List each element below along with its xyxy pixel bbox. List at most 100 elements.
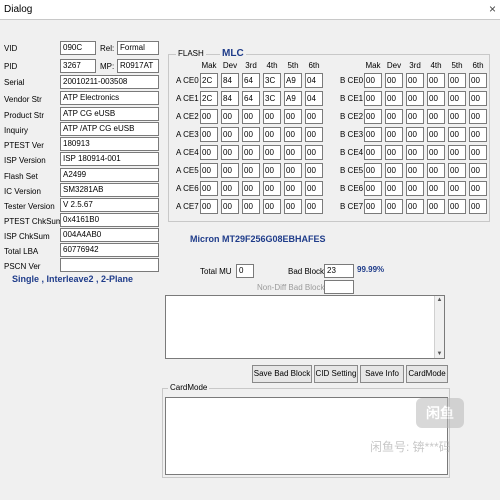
flash-a-cell[interactable]: 00 <box>242 181 260 196</box>
pid-field[interactable]: 3267 <box>60 59 96 73</box>
flash-a-cell[interactable]: 00 <box>242 127 260 142</box>
flash-b-cell[interactable]: 00 <box>469 109 487 124</box>
flash-b-cell[interactable]: 00 <box>469 91 487 106</box>
inquiry-field[interactable]: ATP /ATP CG eUSB <box>60 122 159 136</box>
flash-b-cell[interactable]: 00 <box>448 199 466 214</box>
flash-b-cell[interactable]: 00 <box>448 109 466 124</box>
ic-field[interactable]: SM3281AB <box>60 183 159 197</box>
nondiff-field[interactable] <box>324 280 354 294</box>
scroll-up-icon[interactable]: ▲ <box>435 297 444 303</box>
save-bad-block-button[interactable]: Save Bad Block <box>252 365 312 383</box>
flash-a-cell[interactable]: 00 <box>284 127 302 142</box>
flash-a-cell[interactable]: 64 <box>242 73 260 88</box>
flash-b-cell[interactable]: 00 <box>469 199 487 214</box>
flash-a-cell[interactable]: 00 <box>263 145 281 160</box>
flash-b-cell[interactable]: 00 <box>469 127 487 142</box>
flashset-field[interactable]: A2499 <box>60 168 159 182</box>
flash-a-cell[interactable]: 00 <box>221 145 239 160</box>
flash-a-cell[interactable]: 00 <box>305 199 323 214</box>
scroll-down-icon[interactable]: ▼ <box>435 351 444 357</box>
ptestchk-field[interactable]: 0x4161B0 <box>60 213 159 227</box>
flash-a-cell[interactable]: A9 <box>284 91 302 106</box>
flash-b-cell[interactable]: 00 <box>406 181 424 196</box>
flash-b-cell[interactable]: 00 <box>364 181 382 196</box>
flash-b-cell[interactable]: 00 <box>364 163 382 178</box>
flash-b-cell[interactable]: 00 <box>427 109 445 124</box>
flash-a-cell[interactable]: 00 <box>284 199 302 214</box>
flash-a-cell[interactable]: 00 <box>284 181 302 196</box>
flash-b-cell[interactable]: 00 <box>406 109 424 124</box>
flash-a-cell[interactable]: 00 <box>200 109 218 124</box>
flash-b-cell[interactable]: 00 <box>427 127 445 142</box>
flash-a-cell[interactable]: 00 <box>221 163 239 178</box>
flash-a-cell[interactable]: 64 <box>242 91 260 106</box>
cardmode-textarea[interactable] <box>165 397 448 475</box>
flash-b-cell[interactable]: 00 <box>385 73 403 88</box>
flash-b-cell[interactable]: 00 <box>364 145 382 160</box>
flash-b-cell[interactable]: 00 <box>469 163 487 178</box>
cid-setting-button[interactable]: CID Setting <box>314 365 358 383</box>
flash-b-cell[interactable]: 00 <box>385 127 403 142</box>
flash-b-cell[interactable]: 00 <box>427 145 445 160</box>
flash-a-cell[interactable]: 00 <box>242 163 260 178</box>
flash-b-cell[interactable]: 00 <box>448 73 466 88</box>
flash-a-cell[interactable]: 2C <box>200 91 218 106</box>
flash-b-cell[interactable]: 00 <box>385 181 403 196</box>
bad-block-field[interactable]: 23 <box>324 264 354 278</box>
tester-field[interactable]: V 2.5.67 <box>60 198 159 212</box>
flash-a-cell[interactable]: A9 <box>284 73 302 88</box>
flash-a-cell[interactable]: 00 <box>242 145 260 160</box>
cardmode-button[interactable]: CardMode <box>406 365 448 383</box>
flash-b-cell[interactable]: 00 <box>406 145 424 160</box>
flash-a-cell[interactable]: 00 <box>221 127 239 142</box>
flash-a-cell[interactable]: 00 <box>242 199 260 214</box>
flash-b-cell[interactable]: 00 <box>469 73 487 88</box>
flash-b-cell[interactable]: 00 <box>364 73 382 88</box>
flash-a-cell[interactable]: 04 <box>305 91 323 106</box>
flash-a-cell[interactable]: 00 <box>221 199 239 214</box>
flash-a-cell[interactable]: 00 <box>221 109 239 124</box>
total-mu-field[interactable]: 0 <box>236 264 254 278</box>
flash-b-cell[interactable]: 00 <box>448 91 466 106</box>
flash-a-cell[interactable]: 00 <box>305 109 323 124</box>
flash-b-cell[interactable]: 00 <box>406 127 424 142</box>
flash-a-cell[interactable]: 00 <box>284 145 302 160</box>
flash-b-cell[interactable]: 00 <box>406 91 424 106</box>
flash-a-cell[interactable]: 00 <box>200 145 218 160</box>
flash-a-cell[interactable]: 84 <box>221 73 239 88</box>
flash-b-cell[interactable]: 00 <box>406 199 424 214</box>
flash-b-cell[interactable]: 00 <box>406 73 424 88</box>
flash-b-cell[interactable]: 00 <box>364 127 382 142</box>
product-field[interactable]: ATP CG eUSB <box>60 107 159 121</box>
flash-b-cell[interactable]: 00 <box>427 163 445 178</box>
message-textarea[interactable]: ▲ ▼ <box>165 295 445 359</box>
serial-field[interactable]: 20010211-003508 <box>60 75 159 89</box>
rel-field[interactable]: Formal <box>117 41 159 55</box>
flash-a-cell[interactable]: 84 <box>221 91 239 106</box>
flash-a-cell[interactable]: 00 <box>200 163 218 178</box>
flash-a-cell[interactable]: 00 <box>263 163 281 178</box>
flash-b-cell[interactable]: 00 <box>427 73 445 88</box>
flash-a-cell[interactable]: 3C <box>263 73 281 88</box>
flash-a-cell[interactable]: 00 <box>200 127 218 142</box>
flash-b-cell[interactable]: 00 <box>364 109 382 124</box>
flash-b-cell[interactable]: 00 <box>448 145 466 160</box>
flash-a-cell[interactable]: 00 <box>263 181 281 196</box>
flash-a-cell[interactable]: 00 <box>284 163 302 178</box>
flash-b-cell[interactable]: 00 <box>469 181 487 196</box>
flash-b-cell[interactable]: 00 <box>385 163 403 178</box>
flash-b-cell[interactable]: 00 <box>448 181 466 196</box>
flash-a-cell[interactable]: 00 <box>305 127 323 142</box>
flash-b-cell[interactable]: 00 <box>385 109 403 124</box>
flash-b-cell[interactable]: 00 <box>448 127 466 142</box>
flash-a-cell[interactable]: 00 <box>263 127 281 142</box>
flash-a-cell[interactable]: 2C <box>200 73 218 88</box>
flash-b-cell[interactable]: 00 <box>427 199 445 214</box>
flash-a-cell[interactable]: 3C <box>263 91 281 106</box>
save-info-button[interactable]: Save Info <box>360 365 404 383</box>
flash-a-cell[interactable]: 00 <box>200 199 218 214</box>
lba-field[interactable]: 60776942 <box>60 243 159 257</box>
flash-a-cell[interactable]: 00 <box>263 109 281 124</box>
flash-a-cell[interactable]: 00 <box>221 181 239 196</box>
message-scrollbar[interactable]: ▲ ▼ <box>434 296 444 358</box>
